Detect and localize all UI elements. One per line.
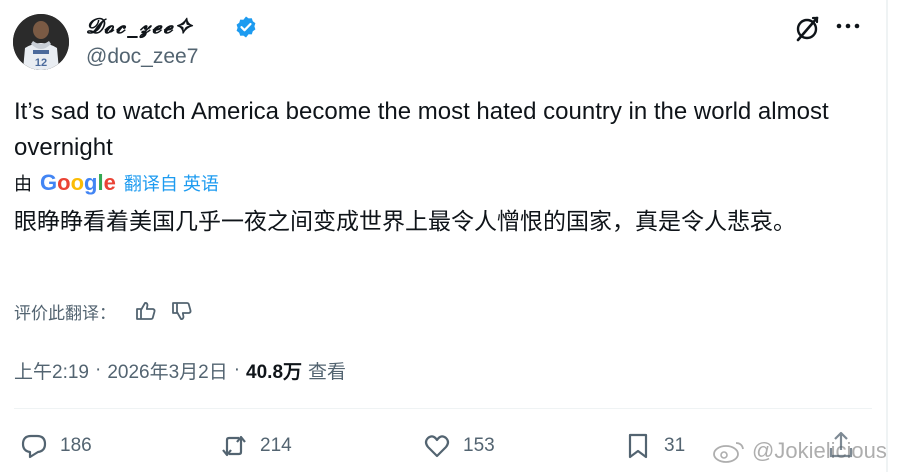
bookmark-count: 31 (664, 435, 686, 456)
meta-separator: · (233, 359, 241, 380)
tweet-date[interactable]: 2026年3月2日 (107, 357, 227, 384)
divider (14, 408, 872, 409)
avatar-jersey-number: 12 (35, 57, 47, 69)
more-options-icon[interactable] (836, 22, 860, 30)
repost-icon (222, 435, 246, 457)
tweet-text: It’s sad to watch America become the mos… (14, 98, 829, 161)
translated-text: 眼睁睁看着美国几乎一夜之间变成世界上最令人憎恨的国家，真是令人悲哀。 (14, 208, 796, 234)
grok-icon[interactable] (793, 15, 821, 43)
thumbs-down-icon[interactable] (170, 299, 194, 323)
bookmark-icon (628, 433, 648, 459)
translation-attribution: 由 Google 翻译自 英语 (14, 170, 219, 196)
views-label[interactable]: 查看 (308, 357, 346, 384)
google-logo: Google (40, 170, 116, 195)
author-handle[interactable]: @doc_zee7 (86, 45, 198, 69)
repost-count: 214 (260, 435, 292, 456)
watermark-text: @Jokielicious (752, 438, 887, 463)
avatar[interactable]: 12 (13, 14, 69, 70)
reply-icon (21, 434, 47, 459)
rate-translation-row: 评价此翻译： (14, 297, 194, 325)
weibo-watermark: @Jokielicious (712, 436, 887, 466)
meta-separator: · (94, 359, 102, 380)
translated-by-label: 由 (14, 174, 32, 194)
thumbs-up-icon[interactable] (134, 299, 158, 323)
repost-button[interactable]: 214 (220, 430, 292, 462)
verified-badge-icon (236, 16, 256, 38)
weibo-logo-icon (713, 442, 744, 463)
author-display-name[interactable]: 𝓓𝓸𝓬_𝔃𝓮𝓮✧ (86, 13, 194, 39)
reply-count: 186 (60, 435, 92, 456)
views-count[interactable]: 40.8万 (246, 357, 302, 384)
bookmark-button[interactable]: 31 (624, 430, 685, 462)
reply-button[interactable]: 186 (20, 430, 92, 462)
like-button[interactable]: 153 (423, 430, 495, 462)
tweet-meta: 上午2:19 · 2026年3月2日 · 40.8万 查看 (14, 355, 346, 385)
heart-icon (424, 435, 450, 458)
timeline-border (886, 0, 888, 472)
share-icon[interactable] (828, 430, 854, 460)
tweet-time[interactable]: 上午2:19 (14, 357, 89, 384)
translated-from-link[interactable]: 翻译自 英语 (124, 170, 219, 196)
rate-translation-label: 评价此翻译： (14, 303, 116, 323)
like-count: 153 (463, 435, 495, 456)
